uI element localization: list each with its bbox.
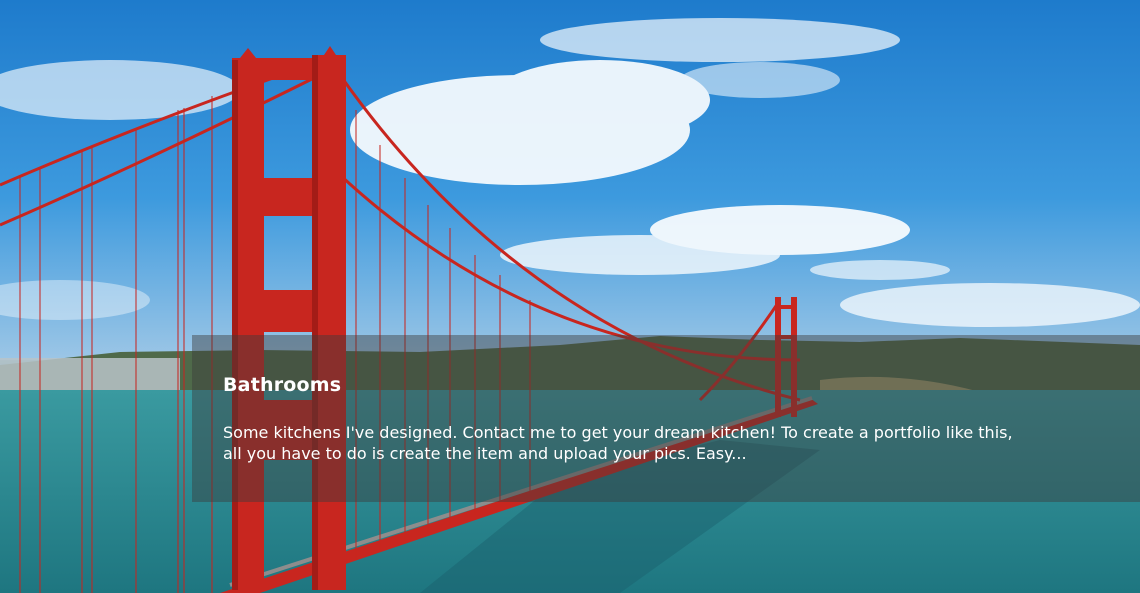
slide-caption: Bathrooms Some kitchens I've designed. C… (192, 335, 1140, 502)
slideshow-hero: Bathrooms Some kitchens I've designed. C… (0, 0, 1140, 593)
golden-gate-bridge-photo (0, 0, 1140, 593)
slide-description: Some kitchens I've designed. Contact me … (223, 423, 1013, 463)
slide-title: Bathrooms (223, 374, 342, 396)
